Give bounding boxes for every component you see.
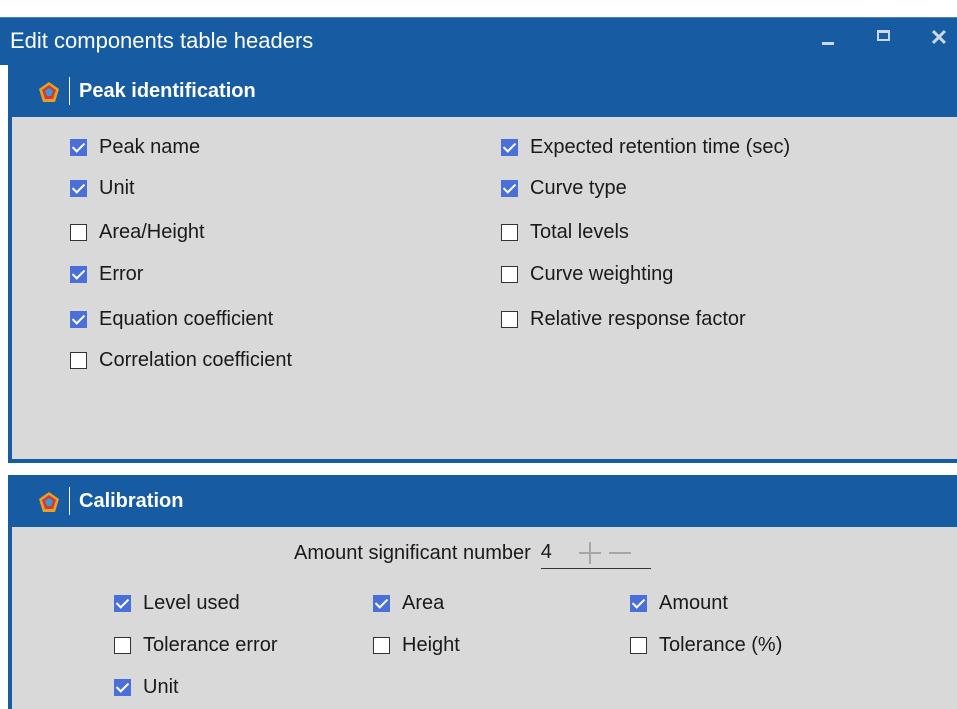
amount-significant-number: Amount significant number 4 (294, 537, 651, 569)
plus-icon[interactable] (578, 541, 601, 564)
checkbox-label: Relative response factor (530, 307, 746, 330)
checkbox-label: Tolerance error (143, 633, 278, 656)
peak-identification-panel: Peak identification Peak name Unit Area/… (8, 65, 957, 463)
header-separator (69, 77, 70, 105)
checkbox-label: Curve weighting (530, 262, 674, 285)
checkbox-label: Area/Height (99, 220, 205, 243)
checkbox-checked-icon[interactable] (70, 265, 87, 283)
calibration-panel: Calibration Amount significant number 4 … (8, 475, 957, 709)
checkbox-total-levels[interactable]: Total levels (501, 218, 629, 246)
peak-identification-header: Peak identification (12, 65, 957, 117)
checkbox-checked-icon[interactable] (501, 179, 518, 197)
checkbox-area[interactable]: Area (373, 589, 444, 617)
checkbox-label: Correlation coefficient (99, 348, 293, 371)
section-title: Calibration (79, 490, 184, 512)
checkbox-peak-name[interactable]: Peak name (70, 133, 200, 161)
checkbox-unchecked-icon[interactable] (501, 223, 518, 241)
checkbox-checked-icon[interactable] (501, 138, 518, 156)
checkbox-label: Error (99, 262, 144, 285)
minimize-icon (822, 42, 834, 45)
amount-label: Amount significant number (294, 541, 531, 564)
section-title: Peak identification (79, 80, 256, 102)
checkbox-unchecked-icon[interactable] (70, 223, 87, 241)
window-title: Edit components table headers (10, 28, 314, 53)
checkbox-checked-icon[interactable] (70, 138, 87, 156)
checkbox-tolerance-error[interactable]: Tolerance error (114, 631, 278, 659)
checkbox-checked-icon[interactable] (114, 594, 131, 612)
checkbox-label: Expected retention time (sec) (530, 135, 791, 158)
checkbox-equation-coefficient[interactable]: Equation coefficient (70, 305, 273, 333)
checkbox-unchecked-icon[interactable] (70, 351, 87, 369)
checkbox-label: Peak name (99, 135, 201, 158)
checkbox-label: Total levels (530, 220, 629, 243)
checkbox-checked-icon[interactable] (373, 594, 390, 612)
checkbox-unchecked-icon[interactable] (501, 265, 518, 283)
checkbox-expected-retention-time[interactable]: Expected retention time (sec) (501, 133, 790, 161)
checkbox-label: Area (402, 591, 445, 614)
minus-icon[interactable] (608, 542, 631, 564)
checkbox-area-height[interactable]: Area/Height (70, 218, 205, 246)
checkbox-label: Height (402, 633, 460, 656)
checkbox-curve-weighting[interactable]: Curve weighting (501, 260, 673, 288)
checkbox-unchecked-icon[interactable] (373, 636, 390, 654)
checkbox-relative-response-factor[interactable]: Relative response factor (501, 305, 746, 333)
checkbox-tolerance-percent[interactable]: Tolerance (%) (630, 631, 782, 659)
checkbox-label: Unit (99, 176, 135, 199)
amount-value[interactable]: 4 (541, 541, 575, 564)
checkbox-correlation-coefficient[interactable]: Correlation coefficient (70, 346, 292, 374)
checkbox-calibration-unit[interactable]: Unit (114, 673, 179, 701)
checkbox-unit[interactable]: Unit (70, 174, 135, 202)
checkbox-amount[interactable]: Amount (630, 589, 728, 617)
checkbox-checked-icon[interactable] (70, 179, 87, 197)
maximize-icon (877, 30, 890, 41)
checkbox-unchecked-icon[interactable] (501, 310, 518, 328)
window-titlebar: Edit components table headers ✕ (0, 17, 957, 65)
minimize-button[interactable] (814, 24, 842, 52)
close-button[interactable]: ✕ (925, 24, 953, 52)
checkbox-label: Tolerance (%) (659, 633, 783, 656)
checkbox-label: Curve type (530, 176, 627, 199)
app-logo-icon (39, 82, 59, 102)
amount-stepper[interactable]: 4 (540, 537, 651, 569)
checkbox-label: Amount (659, 591, 728, 614)
calibration-header: Calibration (12, 475, 957, 527)
close-icon: ✕ (929, 25, 949, 50)
maximize-button[interactable] (870, 24, 898, 52)
checkbox-height[interactable]: Height (373, 631, 460, 659)
header-separator (69, 487, 70, 515)
checkbox-unchecked-icon[interactable] (630, 636, 647, 654)
app-logo-icon (39, 492, 59, 512)
checkbox-unchecked-icon[interactable] (114, 636, 131, 654)
checkbox-error[interactable]: Error (70, 260, 143, 288)
checkbox-curve-type[interactable]: Curve type (501, 174, 627, 202)
checkbox-checked-icon[interactable] (114, 678, 131, 696)
checkbox-label: Equation coefficient (99, 307, 274, 330)
checkbox-checked-icon[interactable] (630, 594, 647, 612)
checkbox-label: Level used (143, 591, 240, 614)
checkbox-checked-icon[interactable] (70, 310, 87, 328)
checkbox-label: Unit (143, 675, 179, 698)
checkbox-level-used[interactable]: Level used (114, 589, 240, 617)
